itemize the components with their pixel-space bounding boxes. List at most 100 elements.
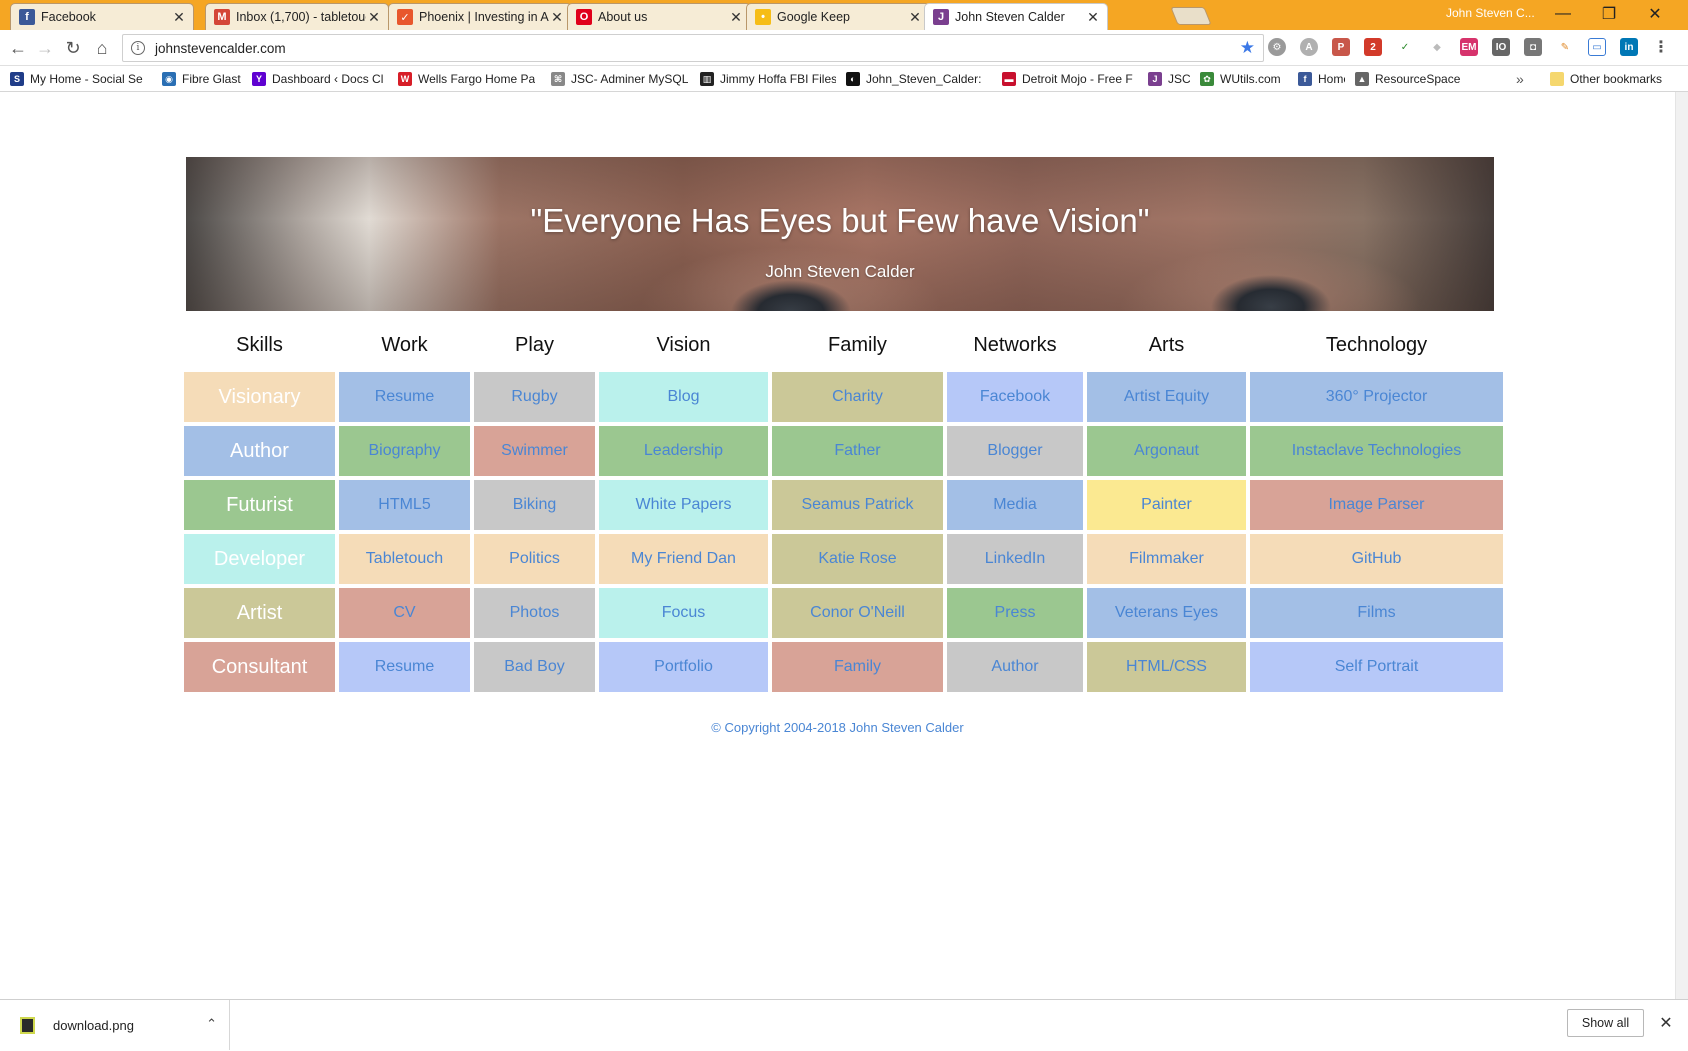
link-tile-portfolio[interactable]: Portfolio xyxy=(599,642,768,692)
minimize-icon[interactable]: — xyxy=(1540,0,1586,28)
browser-tab[interactable]: J John Steven Calder ✕ xyxy=(924,3,1108,30)
bookmark-item[interactable]: ◐ John_Steven_Calder: xyxy=(846,70,981,88)
back-icon[interactable]: ← xyxy=(5,35,31,61)
link-tile-leadership[interactable]: Leadership xyxy=(599,426,768,476)
browser-tab[interactable]: ✓ Phoenix | Investing in Advanced✕ xyxy=(388,3,572,30)
skill-tile-futurist[interactable]: Futurist xyxy=(184,480,335,530)
link-tile-author[interactable]: Author xyxy=(947,642,1083,692)
link-tile-image-parser[interactable]: Image Parser xyxy=(1250,480,1503,530)
browser-tab[interactable]: f Facebook ✕ xyxy=(10,3,194,30)
em-ext-icon[interactable]: EM xyxy=(1460,38,1478,56)
close-tab-icon[interactable]: ✕ xyxy=(549,9,565,26)
link-tile-artist-equity[interactable]: Artist Equity xyxy=(1087,372,1246,422)
bookmark-item[interactable]: J JSC xyxy=(1148,70,1190,88)
link-tile-father[interactable]: Father xyxy=(772,426,943,476)
link-tile-self-portrait[interactable]: Self Portrait xyxy=(1250,642,1503,692)
link-tile-photos[interactable]: Photos xyxy=(474,588,595,638)
skill-tile-developer[interactable]: Developer xyxy=(184,534,335,584)
link-tile-films[interactable]: Films xyxy=(1250,588,1503,638)
link-tile-swimmer[interactable]: Swimmer xyxy=(474,426,595,476)
address-bar[interactable]: i johnstevencalder.com ★ xyxy=(122,34,1264,62)
link-tile-media[interactable]: Media xyxy=(947,480,1083,530)
link-tile-blogger[interactable]: Blogger xyxy=(947,426,1083,476)
close-tab-icon[interactable]: ✕ xyxy=(366,9,382,26)
chevron-up-icon[interactable]: ⌃ xyxy=(206,1016,217,1032)
link-tile-family[interactable]: Family xyxy=(772,642,943,692)
link-tile-veterans-eyes[interactable]: Veterans Eyes xyxy=(1087,588,1246,638)
bookmark-item[interactable]: ▥ Jimmy Hoffa FBI Files xyxy=(700,70,836,88)
link-tile-cv[interactable]: CV xyxy=(339,588,470,638)
browser-tab[interactable]: • Google Keep ✕ xyxy=(746,3,930,30)
link-tile-resume[interactable]: Resume xyxy=(339,642,470,692)
bookmark-item[interactable]: ⌘ JSC- Adminer MySQL xyxy=(551,70,688,88)
adblock-icon[interactable]: A xyxy=(1300,38,1318,56)
bookmark-star-icon[interactable]: ★ xyxy=(1240,38,1255,58)
link-tile-my-friend-dan[interactable]: My Friend Dan xyxy=(599,534,768,584)
link-tile-painter[interactable]: Painter xyxy=(1087,480,1246,530)
close-shelf-icon[interactable]: ✕ xyxy=(1654,1010,1678,1036)
close-tab-icon[interactable]: ✕ xyxy=(728,9,744,26)
checkmark-ext-icon[interactable]: ✓ xyxy=(1396,38,1414,56)
forward-icon[interactable]: → xyxy=(32,35,58,61)
link-tile-github[interactable]: GitHub xyxy=(1250,534,1503,584)
io-ext-icon[interactable]: IO xyxy=(1492,38,1510,56)
link-tile-html-css[interactable]: HTML/CSS xyxy=(1087,642,1246,692)
link-tile-linkedin[interactable]: LinkedIn xyxy=(947,534,1083,584)
bookmark-item[interactable]: S My Home - Social Se xyxy=(10,70,143,88)
calendar-ext-icon[interactable]: 2 xyxy=(1364,38,1382,56)
bookmark-item[interactable]: Y Dashboard ‹ Docs Cl xyxy=(252,70,383,88)
browser-tab[interactable]: M Inbox (1,700) - tabletouch ✕ xyxy=(205,3,389,30)
site-info-icon[interactable]: i xyxy=(131,41,145,55)
show-all-button[interactable]: Show all xyxy=(1567,1009,1644,1037)
link-tile-focus[interactable]: Focus xyxy=(599,588,768,638)
bookmarks-overflow-icon[interactable]: » xyxy=(1516,70,1524,88)
skill-tile-visionary[interactable]: Visionary xyxy=(184,372,335,422)
bookmark-item[interactable]: f Home xyxy=(1298,70,1345,88)
link-tile-rugby[interactable]: Rugby xyxy=(474,372,595,422)
skill-tile-artist[interactable]: Artist xyxy=(184,588,335,638)
link-tile-argonaut[interactable]: Argonaut xyxy=(1087,426,1246,476)
page-scrollbar[interactable] xyxy=(1675,92,1688,999)
bookmark-item[interactable]: ◉ Fibre Glast xyxy=(162,70,241,88)
link-tile-html5[interactable]: HTML5 xyxy=(339,480,470,530)
close-tab-icon[interactable]: ✕ xyxy=(171,9,187,26)
close-tab-icon[interactable]: ✕ xyxy=(907,9,923,26)
link-tile-conor-o-neill[interactable]: Conor O'Neill xyxy=(772,588,943,638)
bookmark-item[interactable]: ✿ WUtils.com xyxy=(1200,70,1281,88)
link-tile-politics[interactable]: Politics xyxy=(474,534,595,584)
link-tile-facebook[interactable]: Facebook xyxy=(947,372,1083,422)
profile-button[interactable]: John Steven C... xyxy=(1446,6,1535,20)
home-icon[interactable]: ⌂ xyxy=(89,35,115,61)
menu-kebab-icon[interactable]: ⋮ xyxy=(1652,38,1670,56)
link-tile-biography[interactable]: Biography xyxy=(339,426,470,476)
restore-icon[interactable]: ❐ xyxy=(1586,0,1632,28)
link-tile-charity[interactable]: Charity xyxy=(772,372,943,422)
link-tile-tabletouch[interactable]: Tabletouch xyxy=(339,534,470,584)
shield-ext-icon[interactable]: ◘ xyxy=(1524,38,1542,56)
linkedin-ext-icon[interactable]: in xyxy=(1620,38,1638,56)
link-tile-resume[interactable]: Resume xyxy=(339,372,470,422)
other-bookmarks[interactable]: Other bookmarks xyxy=(1550,70,1662,88)
bookmark-item[interactable]: ▲ ResourceSpace xyxy=(1355,70,1460,88)
link-tile-biking[interactable]: Biking xyxy=(474,480,595,530)
link-tile-filmmaker[interactable]: Filmmaker xyxy=(1087,534,1246,584)
close-tab-icon[interactable]: ✕ xyxy=(1085,9,1101,26)
key-ext-icon[interactable]: ✎ xyxy=(1556,38,1574,56)
link-tile-360-projector[interactable]: 360° Projector xyxy=(1250,372,1503,422)
skill-tile-consultant[interactable]: Consultant xyxy=(184,642,335,692)
new-tab-button[interactable] xyxy=(1170,7,1212,25)
download-item[interactable]: download.png ⌃ xyxy=(0,1000,230,1050)
link-tile-bad-boy[interactable]: Bad Boy xyxy=(474,642,595,692)
browser-tab[interactable]: O About us ✕ xyxy=(567,3,751,30)
link-tile-blog[interactable]: Blog xyxy=(599,372,768,422)
close-window-icon[interactable]: ✕ xyxy=(1632,0,1678,28)
pdf-icon[interactable]: P xyxy=(1332,38,1350,56)
link-tile-instaclave-technologies[interactable]: Instaclave Technologies xyxy=(1250,426,1503,476)
link-tile-seamus-patrick[interactable]: Seamus Patrick xyxy=(772,480,943,530)
bookmark-item[interactable]: ▬ Detroit Mojo - Free F xyxy=(1002,70,1133,88)
link-tile-press[interactable]: Press xyxy=(947,588,1083,638)
bookmark-item[interactable]: W Wells Fargo Home Pa xyxy=(398,70,535,88)
link-tile-white-papers[interactable]: White Papers xyxy=(599,480,768,530)
dropbox-ext-icon[interactable]: ◆ xyxy=(1428,38,1446,56)
link-tile-katie-rose[interactable]: Katie Rose xyxy=(772,534,943,584)
